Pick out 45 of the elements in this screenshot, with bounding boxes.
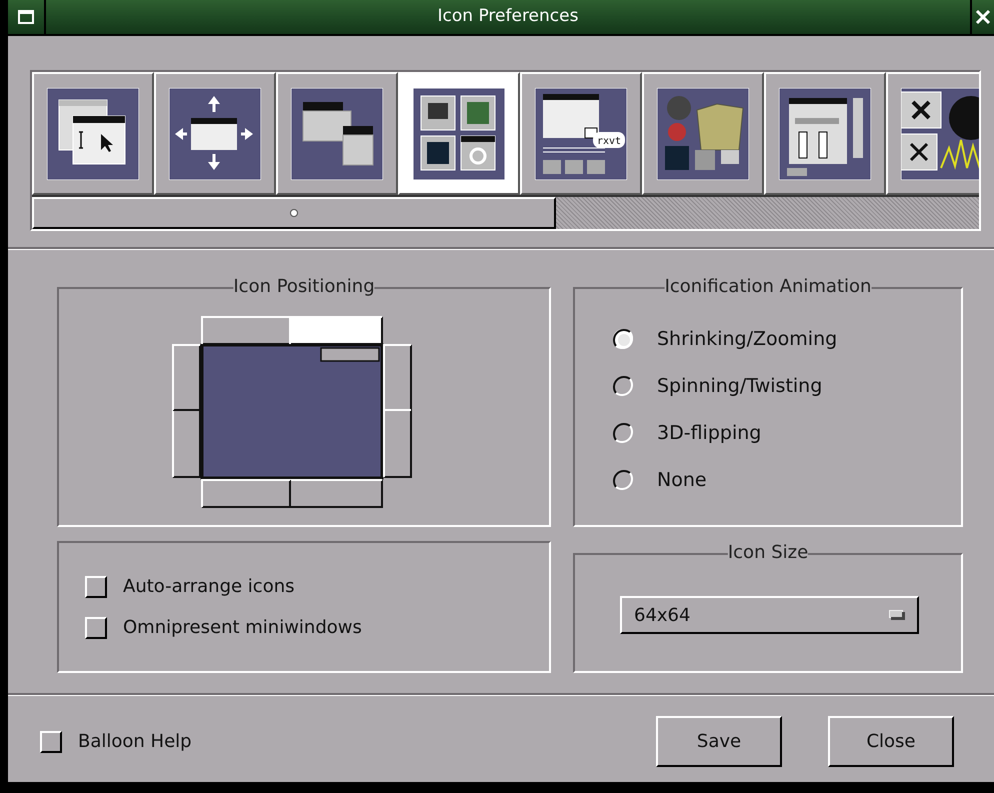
section-tab[interactable]	[398, 72, 520, 195]
radio-button[interactable]	[611, 374, 635, 398]
radio-button[interactable]	[611, 468, 635, 492]
section-tab[interactable]	[764, 72, 886, 195]
miniwindow-preview	[320, 347, 380, 362]
radio-button[interactable]	[611, 327, 635, 351]
radio-label: 3D-flipping	[657, 420, 762, 446]
radio-label: Shrinking/Zooming	[657, 326, 838, 352]
checkbox-label: Omnipresent miniwindows	[123, 616, 362, 640]
icon-grid-icon	[413, 88, 505, 180]
menu-icon	[291, 88, 383, 180]
checkbox-label: Balloon Help	[78, 730, 192, 754]
group-title: Icon Positioning	[233, 275, 375, 299]
checkbox-label: Auto-arrange icons	[123, 575, 294, 599]
close-boxes-icon	[901, 88, 979, 180]
position-slot[interactable]	[383, 409, 412, 478]
checkbox[interactable]	[85, 616, 107, 638]
section-tab[interactable]	[886, 72, 979, 195]
save-button[interactable]: Save	[656, 716, 782, 767]
window-title: Icon Preferences	[438, 5, 578, 28]
position-slot[interactable]	[172, 344, 201, 411]
window-controls-icon	[779, 88, 871, 180]
section-tab[interactable]: rxvt	[520, 72, 642, 195]
dropdown-indicator-icon	[889, 610, 905, 620]
checkbox[interactable]	[40, 730, 62, 752]
section-tab[interactable]	[642, 72, 764, 195]
section-tab[interactable]	[32, 72, 154, 195]
section-tab[interactable]	[154, 72, 276, 195]
radio-button[interactable]	[611, 421, 635, 445]
section-tab[interactable]	[276, 72, 398, 195]
position-slot[interactable]	[201, 479, 291, 508]
close-icon	[975, 9, 991, 25]
scrollbar[interactable]	[32, 195, 979, 229]
close-dialog-button[interactable]: Close	[828, 716, 954, 767]
windows-cursor-icon	[47, 88, 139, 180]
position-slot[interactable]	[289, 316, 383, 345]
window-bubble-icon	[535, 88, 627, 180]
scrollbar-thumb[interactable]	[32, 197, 556, 229]
radio-label: None	[657, 468, 707, 493]
radio-label: Spinning/Twisting	[657, 374, 822, 399]
window-arrows-icon	[169, 88, 261, 180]
size-dropdown[interactable]: 64x64	[620, 596, 919, 634]
checkbox[interactable]	[85, 576, 107, 598]
window-icon	[18, 10, 34, 24]
folder-icon	[657, 88, 749, 180]
